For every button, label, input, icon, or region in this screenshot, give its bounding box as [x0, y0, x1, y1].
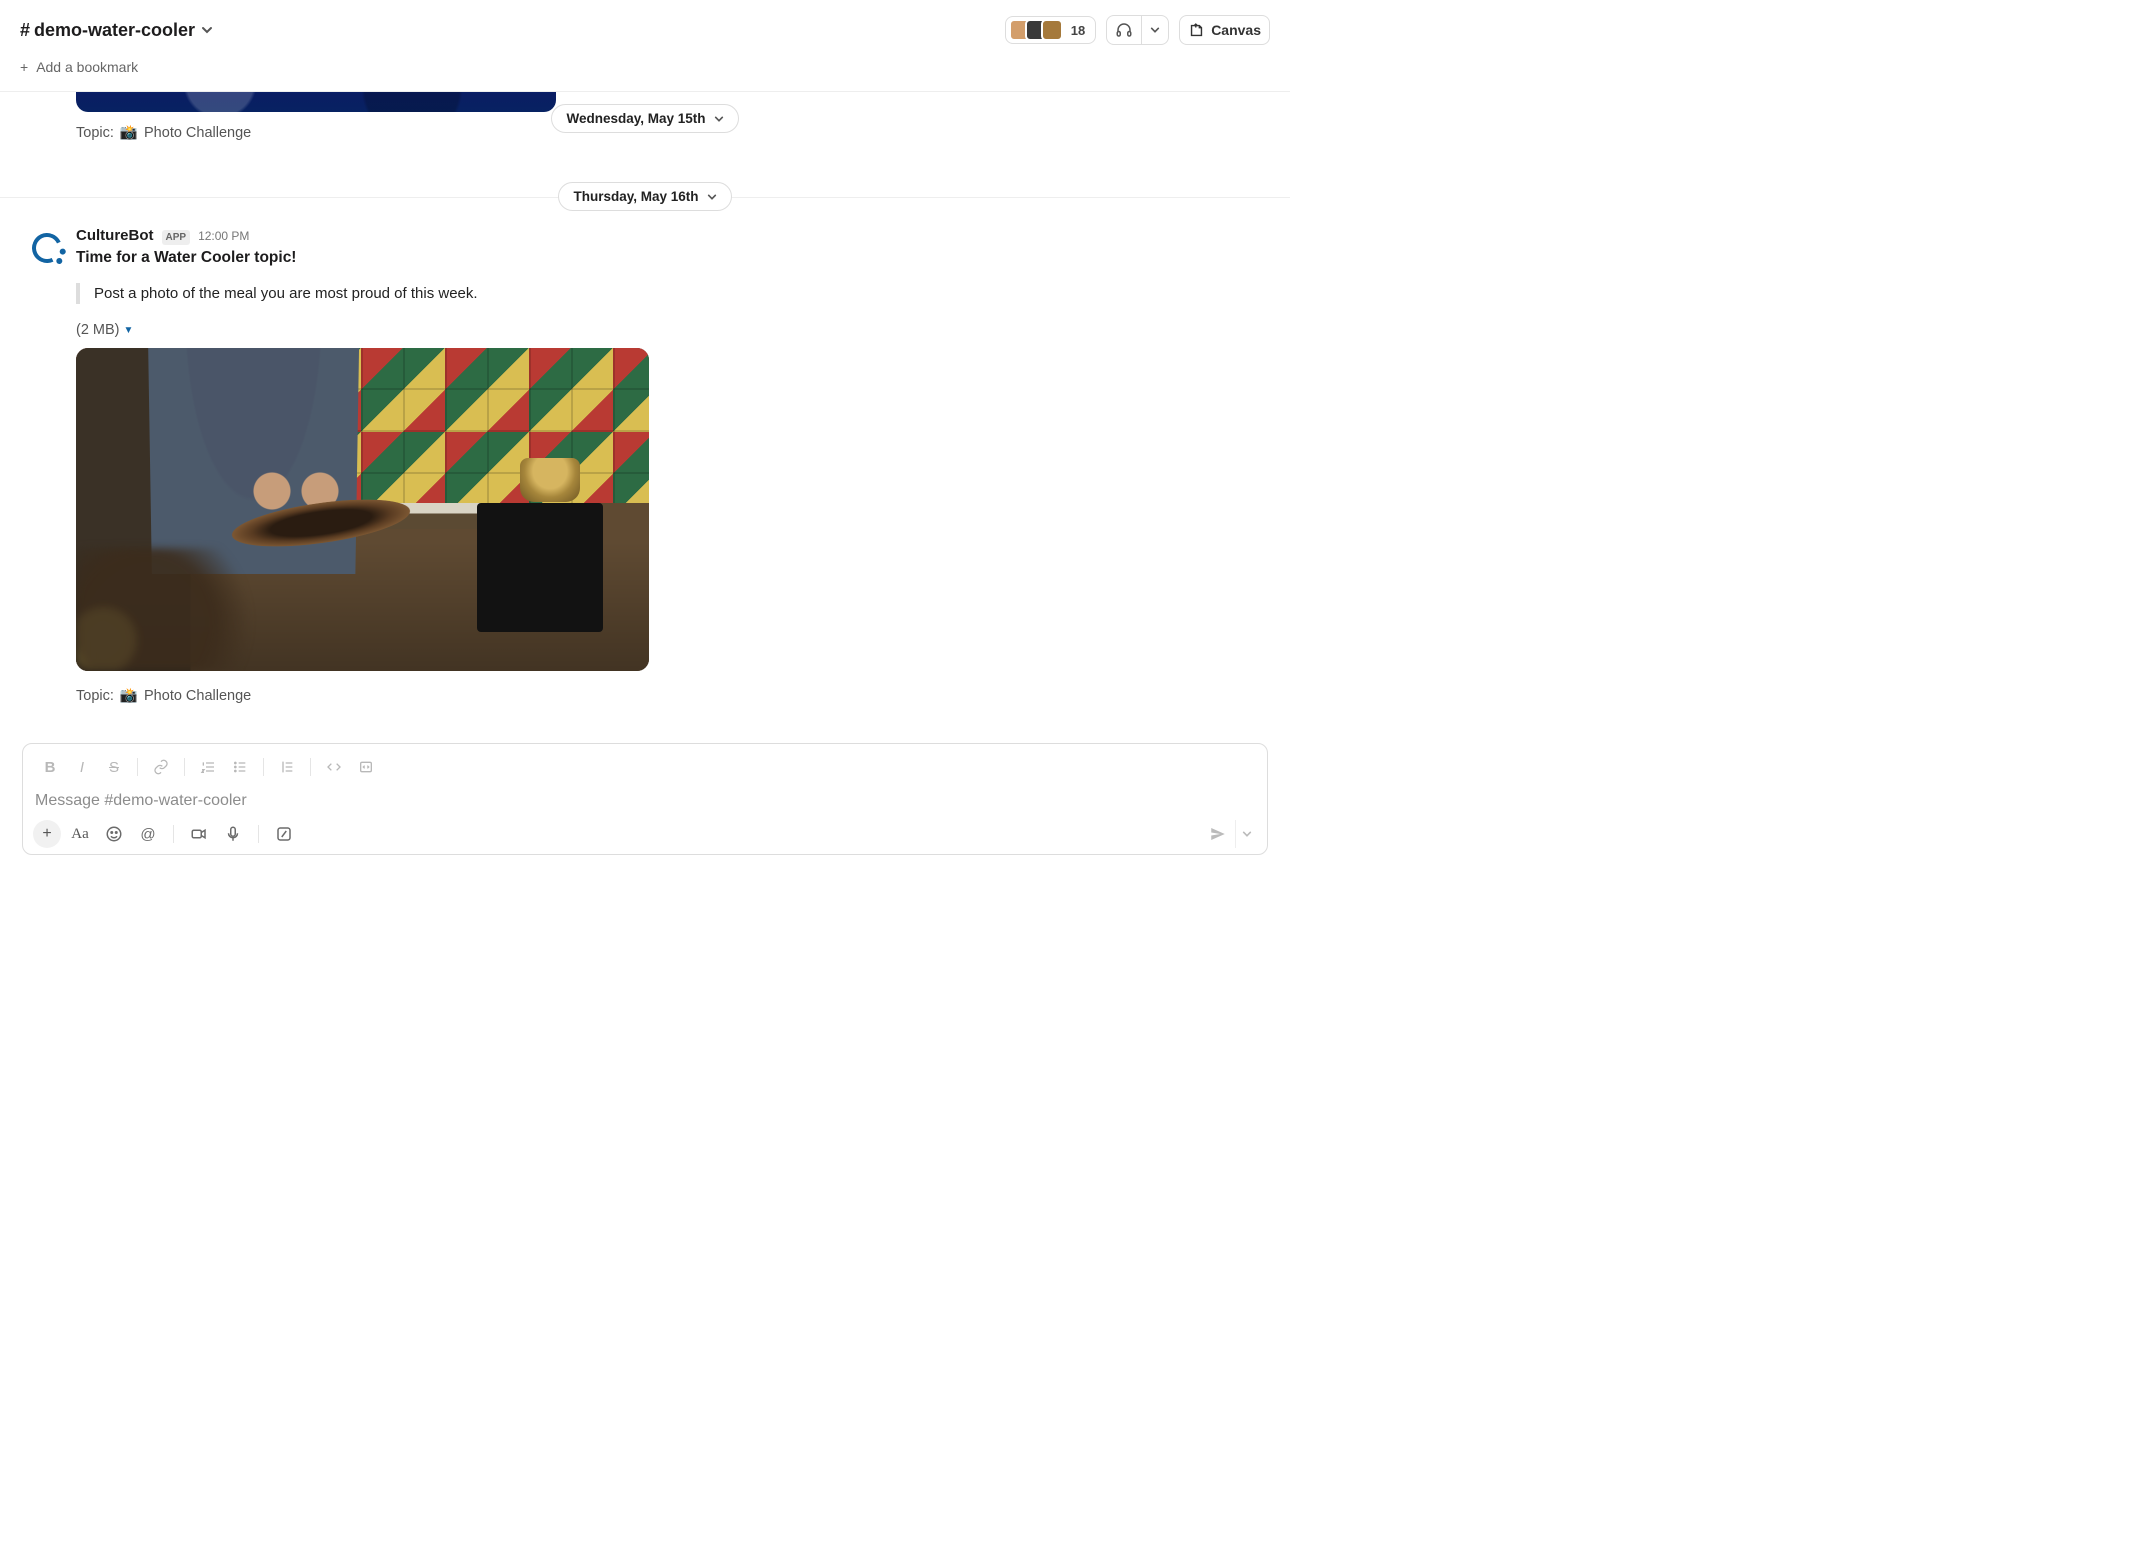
message-topic-line: Topic: 📸 Photo Challenge — [76, 687, 1214, 704]
chevron-down-icon — [201, 24, 213, 36]
link-button[interactable] — [146, 754, 176, 780]
toolbar-separator — [310, 758, 311, 776]
bulleted-list-button[interactable] — [225, 754, 255, 780]
message-composer: B I S — [22, 743, 1268, 855]
date-label: Wednesday, May 15th — [566, 111, 705, 126]
date-divider-pill[interactable]: Wednesday, May 15th — [551, 104, 738, 133]
file-size: (2 MB) — [76, 322, 120, 338]
code-button[interactable] — [319, 754, 349, 780]
members-count: 18 — [1071, 23, 1085, 38]
chevron-down-icon[interactable] — [1141, 16, 1168, 44]
add-bookmark-button[interactable]: + Add a bookmark — [20, 59, 138, 75]
plus-icon: + — [20, 59, 28, 75]
message-attachment-image[interactable] — [76, 348, 649, 671]
attach-button[interactable]: + — [33, 820, 61, 848]
toolbar-separator — [263, 758, 264, 776]
audio-button[interactable] — [218, 821, 248, 847]
toolbar-separator — [258, 825, 259, 843]
topic-text: Photo Challenge — [144, 688, 251, 704]
message-title: Time for a Water Cooler topic! — [76, 249, 1214, 267]
formatting-toggle-button[interactable]: Aa — [65, 821, 95, 847]
send-button[interactable] — [1201, 820, 1235, 848]
author-avatar[interactable] — [28, 229, 66, 267]
blockquote-button[interactable] — [272, 754, 302, 780]
messages-pane: Topic: 📸 Photo Challenge Wednesday, May … — [0, 91, 1290, 739]
huddle-button[interactable] — [1106, 15, 1169, 45]
send-options-button[interactable] — [1235, 820, 1257, 848]
composer-area: B I S — [0, 739, 1290, 873]
topic-prefix: Topic: — [76, 688, 114, 704]
header-actions: 18 Canvas — [1005, 15, 1270, 45]
topic-prefix: Topic: — [76, 125, 114, 141]
ordered-list-button[interactable] — [193, 754, 223, 780]
shortcuts-button[interactable] — [269, 821, 299, 847]
format-toolbar: B I S — [33, 752, 1257, 788]
bot-logo-icon — [28, 229, 66, 267]
italic-button[interactable]: I — [67, 754, 97, 780]
members-button[interactable]: 18 — [1005, 16, 1096, 44]
code-block-button[interactable] — [351, 754, 381, 780]
message-quote: Post a photo of the meal you are most pr… — [76, 283, 1214, 304]
attachment-meta[interactable]: (2 MB) ▼ — [76, 322, 1214, 338]
canvas-button[interactable]: Canvas — [1179, 15, 1270, 45]
app-badge: APP — [162, 230, 191, 245]
action-toolbar: + Aa @ — [33, 820, 1257, 848]
caret-down-icon: ▼ — [124, 325, 134, 336]
send-group — [1201, 820, 1257, 848]
topic-text: Photo Challenge — [144, 125, 251, 141]
message-author[interactable]: CultureBot — [76, 227, 154, 244]
bookmark-bar: + Add a bookmark — [0, 55, 1290, 91]
avatar — [1041, 19, 1063, 41]
channel-name: demo-water-cooler — [34, 20, 195, 41]
date-label: Thursday, May 16th — [573, 189, 698, 204]
camera-icon: 📸 — [120, 688, 138, 704]
toolbar-separator — [184, 758, 185, 776]
add-bookmark-label: Add a bookmark — [36, 59, 138, 75]
strikethrough-button[interactable]: S — [99, 754, 129, 780]
message-input[interactable] — [33, 788, 1257, 820]
avatar-stack — [1009, 19, 1063, 41]
message-attachment-image[interactable] — [76, 91, 556, 112]
canvas-icon — [1188, 22, 1205, 39]
mention-button[interactable]: @ — [133, 821, 163, 847]
message-timestamp[interactable]: 12:00 PM — [198, 229, 249, 243]
chevron-down-icon — [707, 192, 717, 202]
channel-title-button[interactable]: # demo-water-cooler — [20, 20, 213, 41]
date-divider-pill[interactable]: Thursday, May 16th — [558, 182, 731, 211]
emoji-button[interactable] — [99, 821, 129, 847]
toolbar-separator — [173, 825, 174, 843]
headphones-icon — [1107, 16, 1141, 44]
video-button[interactable] — [184, 821, 214, 847]
bold-button[interactable]: B — [35, 754, 65, 780]
chevron-down-icon — [714, 114, 724, 124]
camera-icon: 📸 — [120, 125, 138, 141]
channel-header: # demo-water-cooler 18 Can — [0, 0, 1290, 55]
toolbar-separator — [137, 758, 138, 776]
message: CultureBot APP 12:00 PM Time for a Water… — [0, 217, 1290, 704]
canvas-label: Canvas — [1211, 22, 1261, 38]
hash-icon: # — [20, 20, 30, 41]
